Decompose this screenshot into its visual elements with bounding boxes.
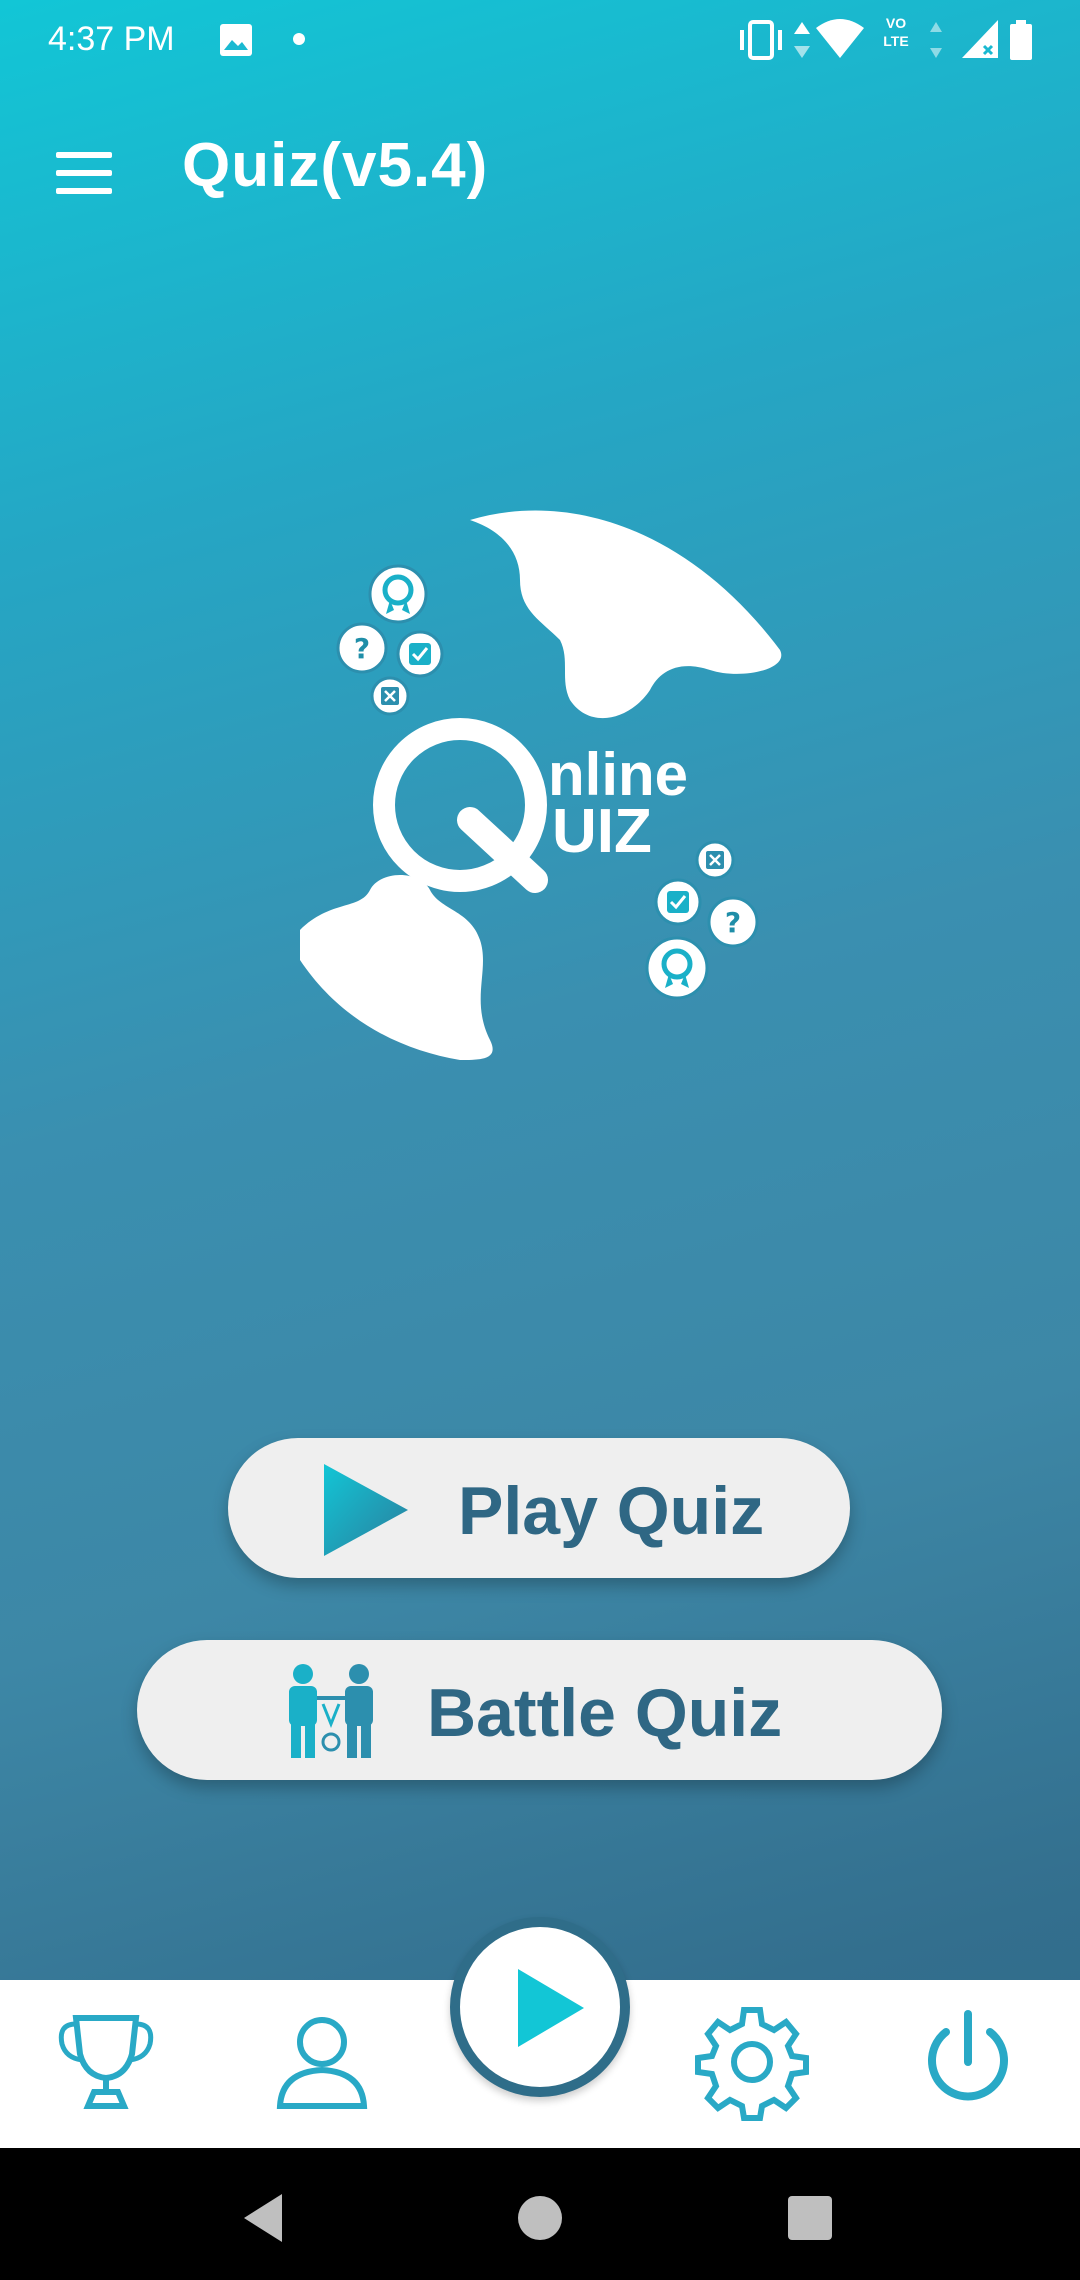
system-navigation-bar [0,2148,1080,2280]
badge-award-icon [368,564,428,624]
svg-text:?: ? [725,906,741,939]
battle-quiz-label: Battle Quiz [427,1675,783,1751]
back-icon[interactable] [236,2188,296,2248]
trophy-icon[interactable] [46,2002,166,2122]
svg-text:?: ? [354,632,370,665]
badge-x-icon [695,840,735,880]
hamburger-menu-icon[interactable] [40,130,126,216]
logo-text-uiz: UIZ [552,797,652,866]
volte-label: VO LTE [883,15,909,49]
volte-icon: VO LTE [874,14,918,62]
online-quiz-logo: ? ? nline UIZ [270,490,810,1110]
wifi-icon [816,19,864,58]
center-play-button[interactable] [450,1917,630,2097]
play-icon [518,1969,584,2047]
app-title: Quiz(v5.4) [182,131,489,200]
dot-icon [293,33,305,45]
badge-question-icon: ? [707,896,759,948]
play-quiz-button[interactable]: Play Quiz [228,1438,850,1578]
data-arrows-icon [794,22,810,58]
badge-award-icon [645,936,709,1000]
status-bar: 4:37 PM VO LTE [0,0,1080,80]
profile-icon[interactable] [262,2002,382,2122]
badge-x-icon [370,676,410,716]
blob-top-icon [470,510,782,719]
badge-check-icon [654,878,702,926]
signal-icon [962,20,998,58]
battery-icon [1010,20,1032,60]
logo-graphic: ? ? [300,510,782,1060]
home-icon[interactable] [510,2188,570,2248]
play-quiz-label: Play Quiz [458,1473,765,1549]
battle-icon [289,1664,373,1758]
settings-icon[interactable] [692,2002,812,2122]
recents-icon[interactable] [780,2188,840,2248]
blob-bottom-icon [300,875,493,1060]
power-icon[interactable] [908,2002,1028,2122]
image-icon [220,24,252,56]
app-bar: Quiz(v5.4) [0,80,1080,250]
status-time: 4:37 PM [48,20,175,58]
badge-question-icon: ? [336,622,388,674]
vibrate-icon [740,20,782,60]
battle-quiz-button[interactable]: Battle Quiz [137,1640,942,1780]
signal-arrows-icon [930,22,942,58]
play-icon [324,1464,408,1556]
badge-check-icon [396,630,444,678]
